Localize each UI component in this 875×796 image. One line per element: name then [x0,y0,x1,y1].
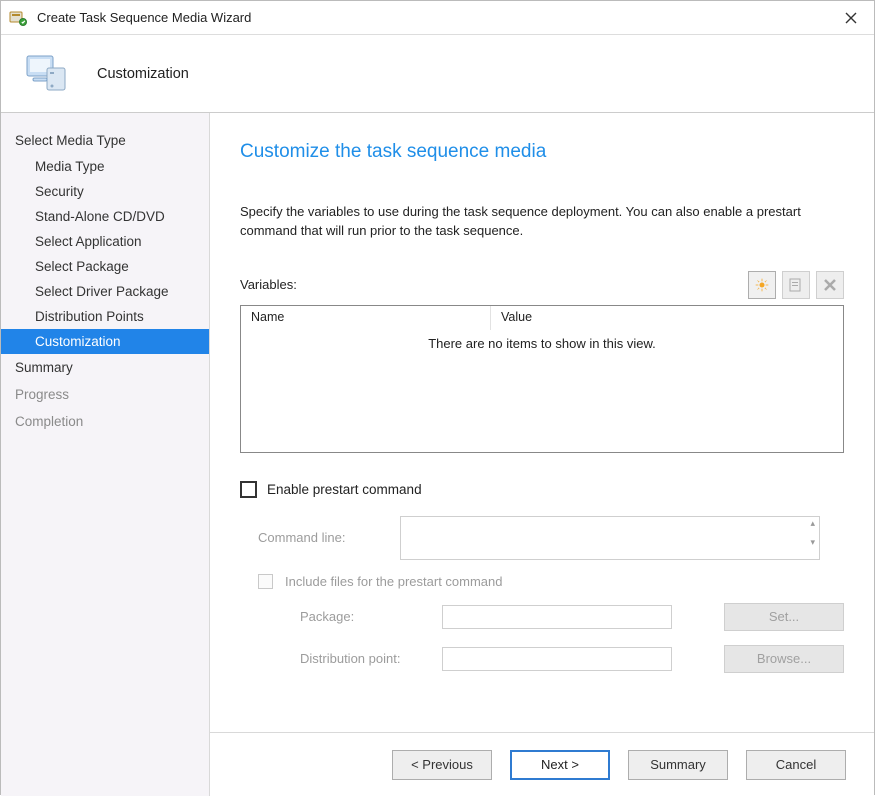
summary-button[interactable]: Summary [628,750,728,780]
sidebar: Select Media Type Media Type Security St… [1,113,209,796]
page-heading: Customize the task sequence media [240,141,844,163]
close-button[interactable] [836,3,866,33]
new-variable-button[interactable] [748,271,776,299]
step-title: Customization [97,66,189,82]
distribution-point-label: Distribution point: [300,651,430,666]
commandline-input: ▴▾ [400,516,820,560]
wizard-header: Customization [1,35,874,113]
browse-button: Browse... [724,645,844,673]
sidebar-group-select-media-type: Select Media Type [1,127,209,154]
sidebar-item-security[interactable]: Security [1,179,209,204]
sidebar-item-select-driver-package[interactable]: Select Driver Package [1,279,209,304]
sidebar-item-distribution-points[interactable]: Distribution Points [1,304,209,329]
variables-table[interactable]: Name Value There are no items to show in… [240,305,844,453]
wizard-body: Select Media Type Media Type Security St… [1,113,874,796]
page-description: Specify the variables to use during the … [240,203,820,241]
previous-button[interactable]: < Previous [392,750,492,780]
sidebar-item-summary[interactable]: Summary [1,354,209,381]
app-icon [9,9,27,27]
sidebar-item-select-application[interactable]: Select Application [1,229,209,254]
column-value[interactable]: Value [491,306,843,330]
variables-label: Variables: [240,277,297,292]
package-input [442,605,672,629]
delete-variable-button [816,271,844,299]
titlebar: Create Task Sequence Media Wizard [1,1,874,35]
table-empty-message: There are no items to show in this view. [241,330,843,351]
table-header: Name Value [241,306,843,330]
enable-prestart-label: Enable prestart command [267,482,422,497]
sidebar-item-customization[interactable]: Customization [1,329,209,354]
enable-prestart-checkbox[interactable] [240,481,257,498]
include-files-checkbox [258,574,273,589]
edit-variable-button [782,271,810,299]
sidebar-item-standalone-cddvd[interactable]: Stand-Alone CD/DVD [1,204,209,229]
commandline-label: Command line: [258,530,388,545]
sidebar-item-select-package[interactable]: Select Package [1,254,209,279]
include-files-label: Include files for the prestart command [285,574,503,589]
distribution-point-input [442,647,672,671]
column-name[interactable]: Name [241,306,491,330]
wizard-footer: < Previous Next > Summary Cancel [210,732,874,796]
main-panel: Customize the task sequence media Specif… [209,113,874,796]
package-label: Package: [300,609,430,624]
scroll-arrows-icon: ▴▾ [810,519,815,547]
sidebar-item-media-type[interactable]: Media Type [1,154,209,179]
wizard-icon [23,50,71,98]
variables-toolbar [748,271,844,299]
next-button[interactable]: Next > [510,750,610,780]
cancel-button[interactable]: Cancel [746,750,846,780]
window-title: Create Task Sequence Media Wizard [37,10,836,25]
sidebar-item-completion: Completion [1,408,209,435]
sidebar-item-progress: Progress [1,381,209,408]
set-button: Set... [724,603,844,631]
